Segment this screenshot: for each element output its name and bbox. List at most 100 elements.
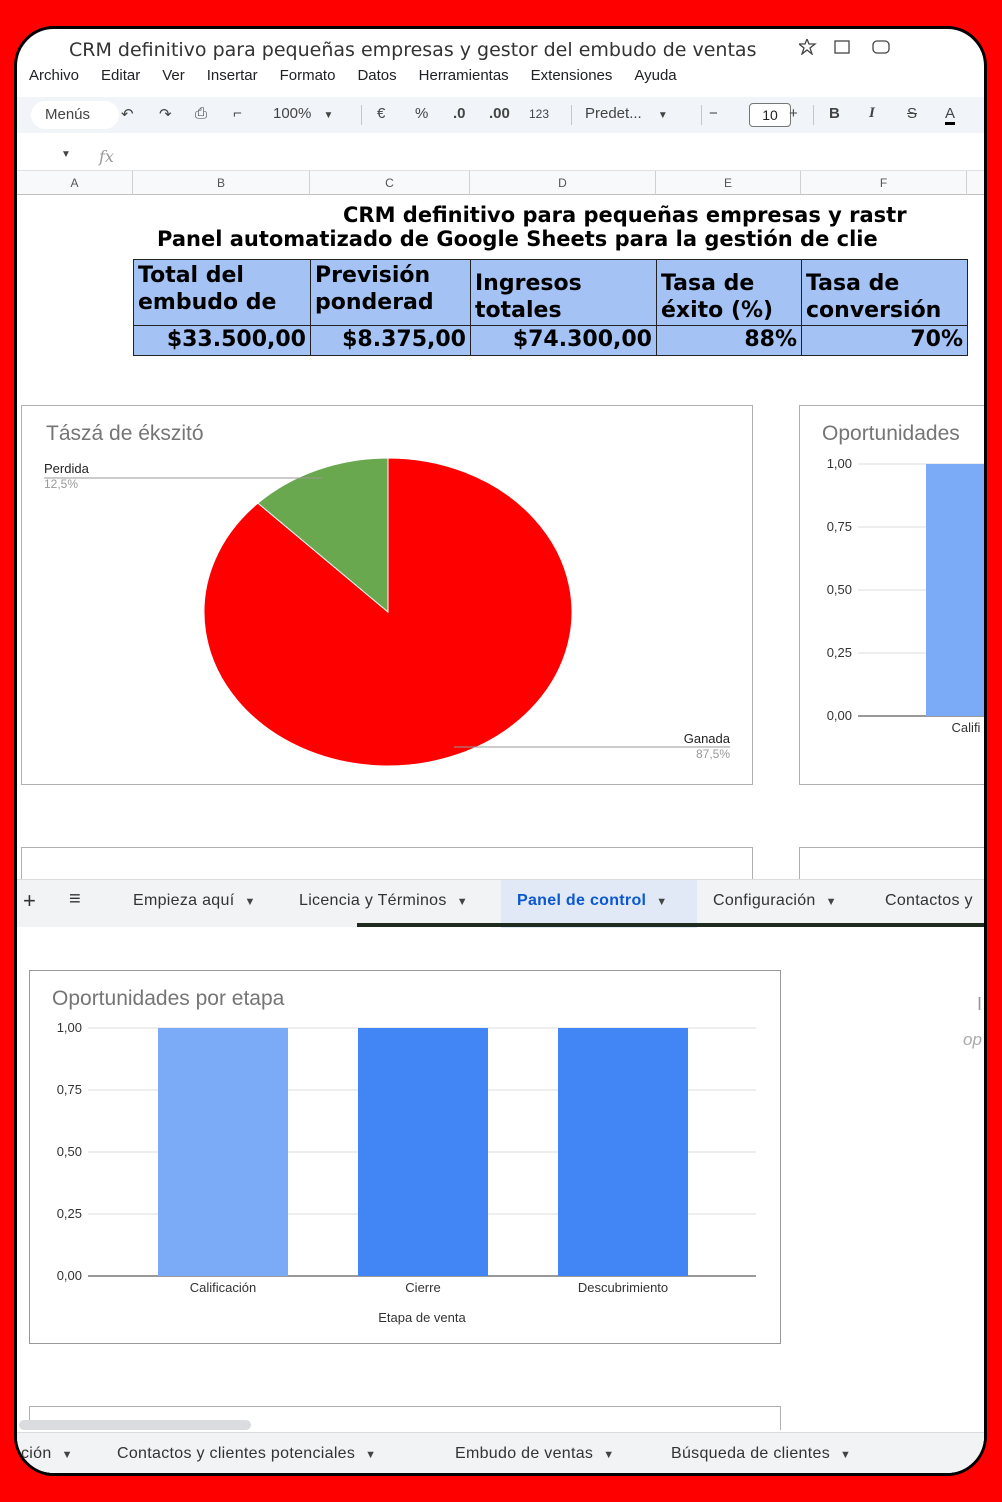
column-header-a[interactable]: A xyxy=(17,171,133,195)
y-tick-label: 0,25 xyxy=(827,645,852,660)
horizontal-scrollbar[interactable] xyxy=(19,1420,251,1430)
star-icon[interactable] xyxy=(799,39,817,55)
side-fragment: I xyxy=(977,994,983,1014)
kpi-header-cell[interactable]: Previsión ponderad xyxy=(310,259,471,326)
name-box-chevron-icon[interactable]: ▼ xyxy=(61,149,71,160)
move-icon[interactable] xyxy=(834,40,850,54)
menus-search-button[interactable]: Menús xyxy=(31,101,119,129)
tab-label: Empieza aquí xyxy=(133,892,235,909)
tab-contactos-clientes[interactable]: Contactos y clientes potenciales ▼ xyxy=(117,1445,376,1463)
kpi-header-cell[interactable]: Ingresos totales xyxy=(470,259,657,326)
number-format-button[interactable]: 123 xyxy=(529,107,549,121)
kpi-value-cell[interactable]: $74.300,00 xyxy=(470,325,657,356)
increase-decimal-button[interactable]: .00 xyxy=(489,105,510,122)
menu-editar[interactable]: Editar xyxy=(89,63,150,85)
column-header-b[interactable]: B xyxy=(133,171,310,195)
kpi-value-cell[interactable]: 88% xyxy=(656,325,802,356)
document-title[interactable]: CRM definitivo para pequeñas empresas y … xyxy=(69,39,756,61)
column-header-d[interactable]: D xyxy=(470,171,656,195)
tab-label: Licencia y Términos xyxy=(299,892,447,909)
menu-extensiones[interactable]: Extensiones xyxy=(519,63,623,85)
bar xyxy=(926,464,984,716)
tab-embudo-de-ventas[interactable]: Embudo de ventas ▼ xyxy=(455,1445,614,1463)
kpi-header-cell[interactable]: Total del embudo de xyxy=(133,259,311,326)
tab-contactos[interactable]: Contactos y xyxy=(885,892,973,910)
x-tick-label: Cierre xyxy=(405,1280,440,1295)
decrease-decimal-button[interactable]: .0 xyxy=(453,105,466,122)
chevron-down-icon: ▼ xyxy=(825,896,837,908)
all-sheets-icon[interactable]: ≡ xyxy=(69,888,81,911)
bar-chart-card-partial[interactable]: Oportunidades 1,00 0,75 0,50 0,25 0,00 Califi xyxy=(799,405,984,785)
menu-ver[interactable]: Ver xyxy=(150,63,195,85)
menu-formato[interactable]: Formato xyxy=(268,63,346,85)
y-tick-label: 0,50 xyxy=(827,582,852,597)
y-tick-label: 0,50 xyxy=(57,1144,82,1159)
redo-icon[interactable]: ↷ xyxy=(159,105,172,123)
add-sheet-icon[interactable]: + xyxy=(23,888,36,914)
kpi-header-cell[interactable]: Tasa de éxito (%) xyxy=(656,259,802,326)
tab-configuracion[interactable]: Configuración ▼ xyxy=(713,892,837,910)
bar xyxy=(158,1028,288,1276)
bar xyxy=(358,1028,488,1276)
zoom-select[interactable]: 100% ▼ xyxy=(273,105,333,122)
bar-chart: 1,00 0,75 0,50 0,25 0,00 Califi xyxy=(827,456,984,735)
percent-button[interactable]: % xyxy=(415,105,428,122)
font-select[interactable]: Predet... ▼ xyxy=(585,105,668,122)
font-size-input[interactable]: 10 xyxy=(749,103,791,127)
y-tick-label: 0,75 xyxy=(827,519,852,534)
menu-herramientas[interactable]: Herramientas xyxy=(407,63,519,85)
tab-busqueda-clientes[interactable]: Búsqueda de clientes ▼ xyxy=(671,1445,851,1463)
print-icon[interactable]: ⎙ xyxy=(195,105,207,122)
pie-chart-card[interactable]: Tászá de ékszitó Perdida 12,5% Ganada 87,5% xyxy=(21,405,753,785)
tab-label: Panel de control xyxy=(517,892,647,909)
increase-font-size-icon[interactable]: + xyxy=(789,105,798,122)
tab-panel-de-control[interactable]: Panel de control ▼ xyxy=(517,892,667,910)
cloud-status-icon[interactable] xyxy=(872,40,890,54)
kpi-header-cell[interactable]: Tasa de conversión xyxy=(801,259,968,326)
text-color-button[interactable]: A xyxy=(945,105,956,125)
menu-ayuda[interactable]: Ayuda xyxy=(622,63,686,85)
column-header-f[interactable]: F xyxy=(801,171,967,195)
pie-label: Perdida xyxy=(44,461,90,476)
pie-chart: Perdida12,5% Ganada87,5% xyxy=(44,457,731,767)
tab-partial[interactable]: ción ▼ xyxy=(21,1445,73,1463)
tab-label: Búsqueda de clientes xyxy=(671,1445,830,1462)
bold-button[interactable]: B xyxy=(829,105,840,122)
strikethrough-button[interactable]: S xyxy=(907,105,917,122)
chevron-down-icon: ▼ xyxy=(323,110,334,121)
chevron-down-icon: ▼ xyxy=(61,1449,73,1461)
kpi-value-cell[interactable]: $8.375,00 xyxy=(310,325,471,356)
tab-label: Configuración xyxy=(713,892,816,909)
kpi-value-cell[interactable]: $33.500,00 xyxy=(133,325,311,356)
app-window: CRM definitivo para pequeñas empresas y … xyxy=(14,26,987,1476)
pie-percent-label: 12,5% xyxy=(44,477,78,491)
toolbar-divider xyxy=(813,105,814,125)
y-tick-label: 0,00 xyxy=(57,1268,82,1283)
chevron-down-icon: ▼ xyxy=(657,110,668,121)
title-action-icons xyxy=(799,39,890,55)
chevron-down-icon: ▼ xyxy=(244,896,256,908)
decrease-font-size-icon[interactable]: − xyxy=(709,105,718,122)
paint-format-icon[interactable]: ⌐ xyxy=(233,105,242,122)
undo-icon[interactable]: ↶ xyxy=(121,105,134,123)
tab-empieza-aqui[interactable]: Empieza aquí ▼ xyxy=(133,892,256,910)
menu-datos[interactable]: Datos xyxy=(345,63,406,85)
menu-archivo[interactable]: Archivo xyxy=(17,63,89,85)
menu-insertar[interactable]: Insertar xyxy=(195,63,268,85)
menu-bar: Archivo Editar Ver Insertar Formato Dato… xyxy=(17,63,984,85)
italic-button[interactable]: I xyxy=(869,105,875,122)
tab-label: Embudo de ventas xyxy=(455,1445,594,1462)
x-tick-label: Califi xyxy=(952,720,981,735)
toolbar-divider xyxy=(701,105,702,125)
column-header-e[interactable]: E xyxy=(656,171,801,195)
sheet-tab-bar: ción ▼ Contactos y clientes potenciales ▼ … xyxy=(17,1432,984,1473)
kpi-value-cell[interactable]: 70% xyxy=(801,325,968,356)
currency-button[interactable]: € xyxy=(377,105,385,122)
x-tick-label: Descubrimiento xyxy=(578,1280,668,1295)
y-tick-label: 1,00 xyxy=(57,1020,82,1035)
tab-licencia[interactable]: Licencia y Términos ▼ xyxy=(299,892,468,910)
x-axis-label: Etapa de venta xyxy=(378,1310,466,1325)
y-tick-label: 1,00 xyxy=(827,456,852,471)
column-header-c[interactable]: C xyxy=(310,171,470,195)
bar-chart-card[interactable]: Oportunidades por etapa 1,00 0,75 0,50 0,25… xyxy=(29,970,781,1344)
